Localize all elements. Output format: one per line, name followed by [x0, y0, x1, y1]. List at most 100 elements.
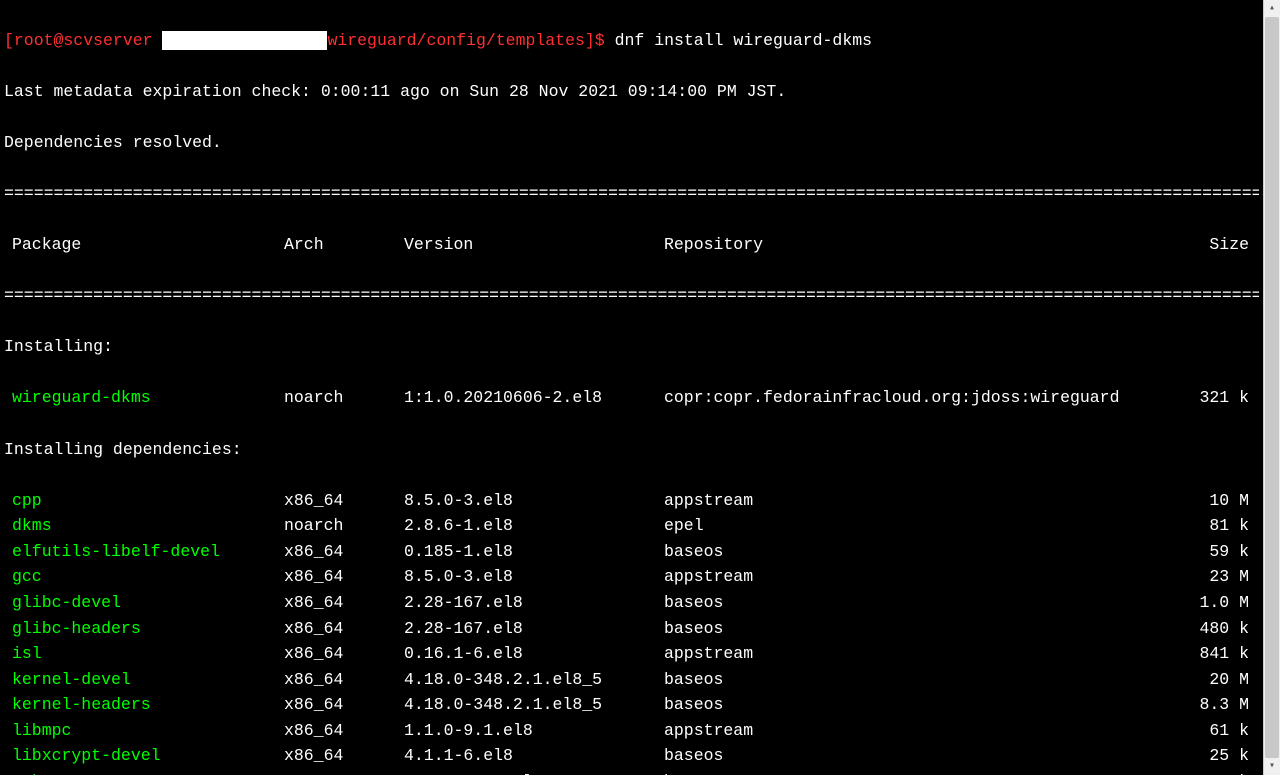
package-arch: noarch — [284, 513, 404, 539]
package-version: 2.8.6-1.el8 — [404, 513, 664, 539]
package-size: 1.0 M — [1189, 590, 1259, 616]
prompt-line: [root@scvserver wireguard/config/templat… — [4, 28, 1259, 54]
package-repo: baseos — [664, 616, 1189, 642]
package-arch: x86_64 — [284, 616, 404, 642]
prompt-path: wireguard/config/templates]$ — [327, 31, 604, 50]
package-version: 1.1.0-9.1.el8 — [404, 718, 664, 744]
package-arch: x86_64 — [284, 718, 404, 744]
package-arch: x86_64 — [284, 667, 404, 693]
table-row: libxcrypt-develx86_644.1.1-6.el8baseos25… — [4, 743, 1259, 769]
deps-resolved: Dependencies resolved. — [4, 130, 1259, 156]
package-repo: baseos — [664, 769, 1189, 775]
package-repo: baseos — [664, 692, 1189, 718]
package-size: 23 M — [1189, 564, 1259, 590]
package-repo: baseos — [664, 539, 1189, 565]
scroll-thumb[interactable] — [1265, 17, 1279, 758]
package-name: gcc — [4, 564, 284, 590]
package-arch: x86_64 — [284, 769, 404, 775]
table-row: gccx86_648.5.0-3.el8appstream23 M — [4, 564, 1259, 590]
package-name: dkms — [4, 513, 284, 539]
package-name: libxcrypt-devel — [4, 743, 284, 769]
package-size: 59 k — [1189, 539, 1259, 565]
header-repository: Repository — [664, 232, 1189, 258]
package-arch: noarch — [284, 385, 404, 411]
package-name: isl — [4, 641, 284, 667]
package-size: 480 k — [1189, 616, 1259, 642]
package-name: wireguard-dkms — [4, 385, 284, 411]
package-size: 321 k — [1189, 385, 1259, 411]
redacted-block — [162, 31, 327, 50]
scroll-down-arrow-icon[interactable]: ▾ — [1265, 758, 1280, 775]
package-name: make — [4, 769, 284, 775]
package-version: 1:4.2.1-11.el8 — [404, 769, 664, 775]
table-row: islx86_640.16.1-6.el8appstream841 k — [4, 641, 1259, 667]
package-arch: x86_64 — [284, 564, 404, 590]
table-row: cppx86_648.5.0-3.el8appstream10 M — [4, 488, 1259, 514]
metadata-line: Last metadata expiration check: 0:00:11 … — [4, 79, 1259, 105]
table-row: dkmsnoarch2.8.6-1.el8epel81 k — [4, 513, 1259, 539]
package-version: 4.1.1-6.el8 — [404, 743, 664, 769]
package-name: libmpc — [4, 718, 284, 744]
package-size: 81 k — [1189, 513, 1259, 539]
prompt-user-host: [root@scvserver — [4, 31, 162, 50]
installing-deps-label: Installing dependencies: — [4, 437, 1259, 463]
package-version: 0.16.1-6.el8 — [404, 641, 664, 667]
scroll-track[interactable] — [1264, 17, 1280, 758]
package-size: 10 M — [1189, 488, 1259, 514]
package-version: 2.28-167.el8 — [404, 616, 664, 642]
package-arch: x86_64 — [284, 692, 404, 718]
package-repo: baseos — [664, 590, 1189, 616]
package-name: elfutils-libelf-devel — [4, 539, 284, 565]
header-arch: Arch — [284, 232, 404, 258]
scroll-up-arrow-icon[interactable]: ▴ — [1265, 0, 1280, 17]
header-package: Package — [4, 232, 284, 258]
table-row: kernel-headersx86_644.18.0-348.2.1.el8_5… — [4, 692, 1259, 718]
table-row: libmpcx86_641.1.0-9.1.el8appstream61 k — [4, 718, 1259, 744]
package-name: kernel-devel — [4, 667, 284, 693]
installing-label: Installing: — [4, 334, 1259, 360]
package-name: cpp — [4, 488, 284, 514]
package-arch: x86_64 — [284, 590, 404, 616]
package-repo: appstream — [664, 488, 1189, 514]
scrollbar[interactable]: ▴ ▾ — [1263, 0, 1280, 775]
package-size: 61 k — [1189, 718, 1259, 744]
header-version: Version — [404, 232, 664, 258]
package-version: 4.18.0-348.2.1.el8_5 — [404, 667, 664, 693]
package-size: 20 M — [1189, 667, 1259, 693]
package-repo: epel — [664, 513, 1189, 539]
package-version: 1:1.0.20210606-2.el8 — [404, 385, 664, 411]
table-row: makex86_641:4.2.1-11.el8baseos498 k — [4, 769, 1259, 775]
package-version: 8.5.0-3.el8 — [404, 564, 664, 590]
package-arch: x86_64 — [284, 743, 404, 769]
package-repo: appstream — [664, 718, 1189, 744]
package-size: 8.3 M — [1189, 692, 1259, 718]
table-row: glibc-develx86_642.28-167.el8baseos1.0 M — [4, 590, 1259, 616]
package-repo: appstream — [664, 564, 1189, 590]
table-row: glibc-headersx86_642.28-167.el8baseos480… — [4, 616, 1259, 642]
package-name: glibc-headers — [4, 616, 284, 642]
package-version: 8.5.0-3.el8 — [404, 488, 664, 514]
package-size: 841 k — [1189, 641, 1259, 667]
package-size: 25 k — [1189, 743, 1259, 769]
divider: ========================================… — [4, 181, 1259, 207]
package-arch: x86_64 — [284, 488, 404, 514]
package-repo: copr:copr.fedorainfracloud.org:jdoss:wir… — [664, 385, 1189, 411]
divider: ========================================… — [4, 283, 1259, 309]
terminal-output[interactable]: [root@scvserver wireguard/config/templat… — [0, 0, 1263, 775]
table-header-row: Package Arch Version Repository Size — [4, 232, 1259, 258]
header-size: Size — [1189, 232, 1259, 258]
package-repo: appstream — [664, 641, 1189, 667]
command-text: dnf install wireguard-dkms — [615, 31, 872, 50]
package-version: 2.28-167.el8 — [404, 590, 664, 616]
package-size: 498 k — [1189, 769, 1259, 775]
package-version: 0.185-1.el8 — [404, 539, 664, 565]
package-repo: baseos — [664, 743, 1189, 769]
package-arch: x86_64 — [284, 641, 404, 667]
table-row: wireguard-dkms noarch 1:1.0.20210606-2.e… — [4, 385, 1259, 411]
package-version: 4.18.0-348.2.1.el8_5 — [404, 692, 664, 718]
package-arch: x86_64 — [284, 539, 404, 565]
package-name: glibc-devel — [4, 590, 284, 616]
table-row: elfutils-libelf-develx86_640.185-1.el8ba… — [4, 539, 1259, 565]
package-repo: baseos — [664, 667, 1189, 693]
package-name: kernel-headers — [4, 692, 284, 718]
